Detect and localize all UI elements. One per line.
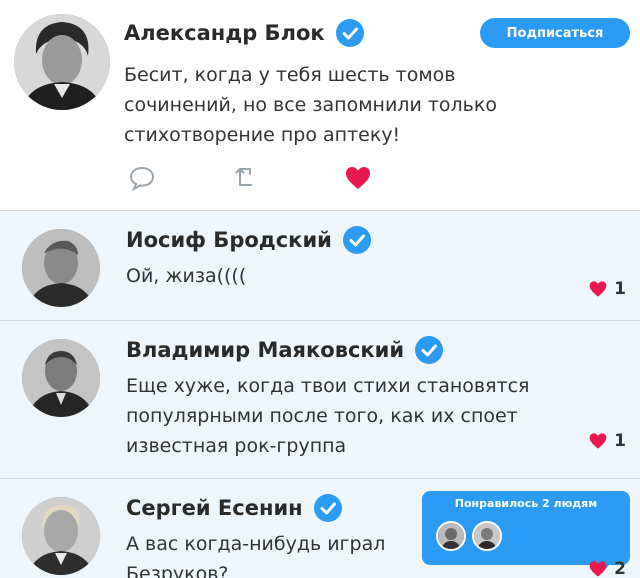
likes-tooltip-title: Понравилось 2 людям <box>454 497 598 510</box>
author-name[interactable]: Иосиф Бродский <box>126 228 332 252</box>
portrait-image <box>14 14 110 110</box>
verified-badge-icon <box>313 494 342 522</box>
reply: Владимир Маяковский Еще хуже, когда твои… <box>0 320 640 478</box>
portrait-image <box>22 339 100 417</box>
like-count[interactable]: 1 <box>588 279 626 299</box>
portrait-image <box>474 523 500 549</box>
verified-badge-icon <box>342 226 371 254</box>
post-text: Бесит, когда у тебя шесть томов сочинени… <box>124 64 497 146</box>
liker-avatars <box>436 521 502 551</box>
like-button[interactable] <box>344 165 372 195</box>
verified-badge-icon <box>415 336 444 364</box>
heart-icon <box>589 433 607 449</box>
like-count-value: 1 <box>614 431 626 451</box>
follow-button[interactable]: Подписаться <box>480 18 630 48</box>
avatar[interactable] <box>22 497 100 575</box>
like-count-value: 2 <box>614 559 626 578</box>
portrait-image <box>22 497 100 575</box>
reply-text: Ой, жиза(((( <box>126 265 247 287</box>
author-row: Александр Блок <box>124 18 365 48</box>
avatar[interactable] <box>22 339 100 417</box>
likes-tooltip: Понравилось 2 людям <box>422 491 630 574</box>
author-row: Сергей Есенин <box>126 493 343 523</box>
heart-icon <box>589 281 607 297</box>
main-post: Александр Блок Подписаться Бесит, когда … <box>0 0 640 210</box>
portrait-image <box>438 523 464 549</box>
retweet-icon <box>235 167 252 186</box>
like-count-value: 1 <box>614 279 626 299</box>
retweet-button[interactable] <box>232 165 258 195</box>
reply: Иосиф Бродский Ой, жиза(((( 1 <box>0 210 640 320</box>
reply-button[interactable] <box>128 165 156 195</box>
portrait-image <box>22 229 100 307</box>
reply-text: Еще хуже, когда твои стихи становятся по… <box>126 375 530 457</box>
liker-avatar[interactable] <box>436 521 466 551</box>
reply-text: А вас когда-нибудь играл Безруков? <box>126 533 386 578</box>
avatar[interactable] <box>22 229 100 307</box>
post-actions <box>124 165 384 195</box>
liker-avatar[interactable] <box>472 521 502 551</box>
author-name[interactable]: Александр Блок <box>124 21 325 45</box>
author-row: Владимир Маяковский <box>126 335 444 365</box>
like-count[interactable]: 1 <box>588 431 626 451</box>
heart-icon <box>589 561 607 577</box>
comment-icon <box>129 166 155 192</box>
reply: Сергей Есенин А вас когда-нибудь играл Б… <box>0 478 640 578</box>
author-name[interactable]: Сергей Есенин <box>126 496 303 520</box>
heart-icon <box>346 167 370 189</box>
verified-badge-icon <box>335 19 364 47</box>
author-row: Иосиф Бродский <box>126 225 372 255</box>
author-name[interactable]: Владимир Маяковский <box>126 338 404 362</box>
avatar[interactable] <box>14 14 110 110</box>
like-count[interactable]: 2 <box>588 559 626 578</box>
